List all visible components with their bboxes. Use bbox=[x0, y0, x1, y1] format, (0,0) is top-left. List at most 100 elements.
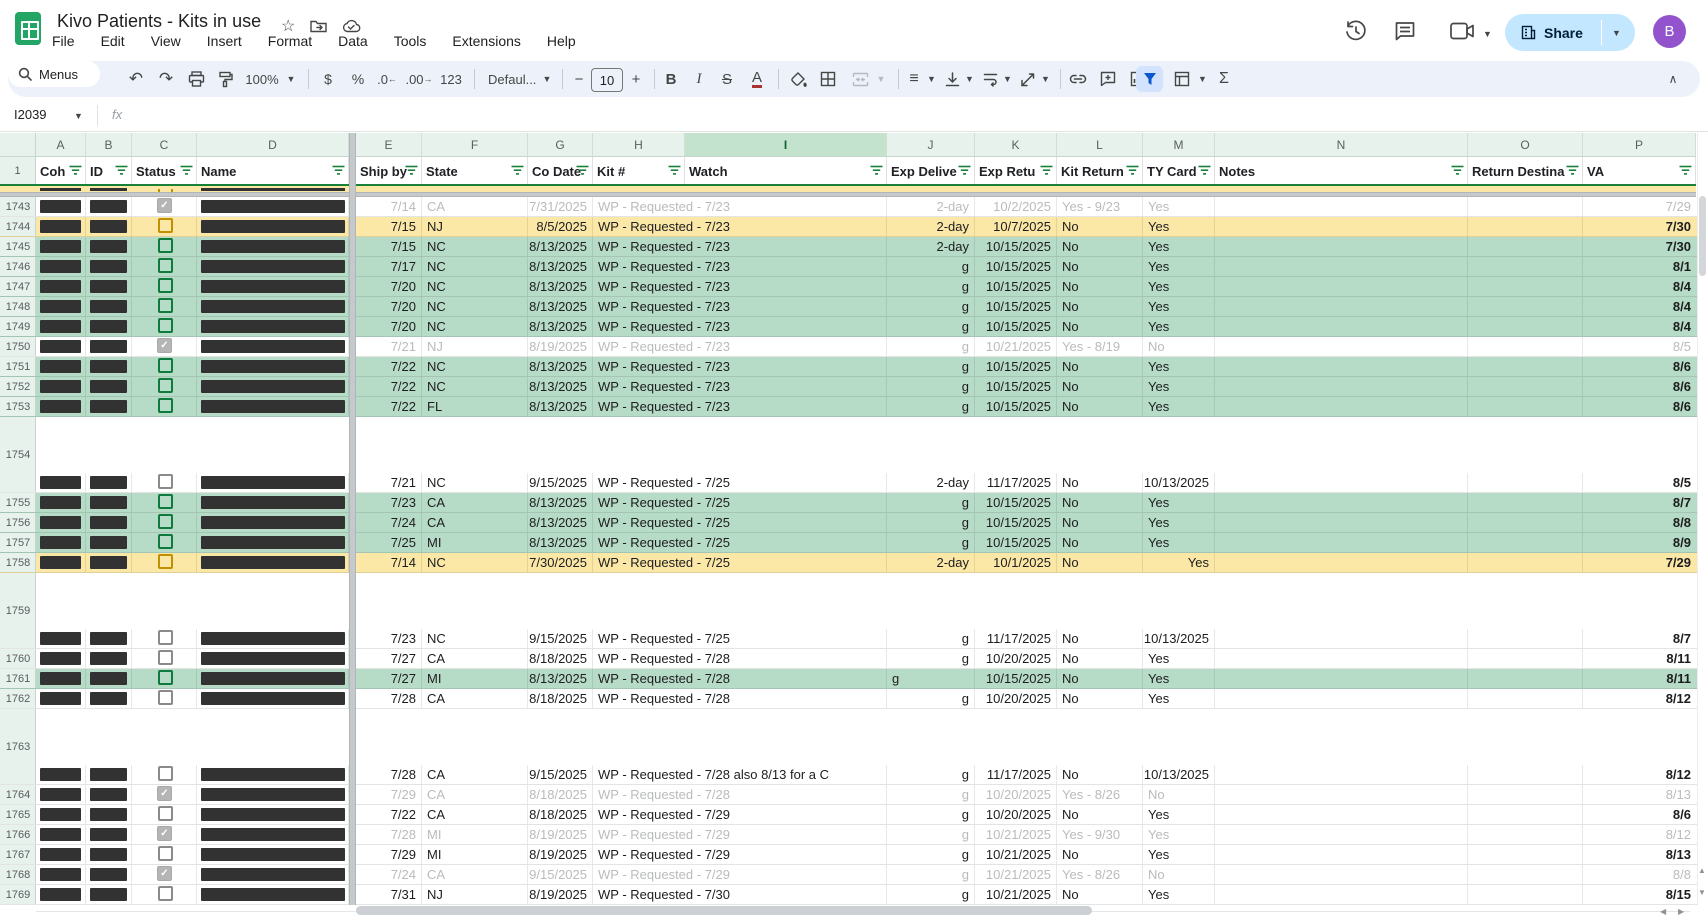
horizontal-align-button[interactable]: ≡ bbox=[902, 61, 926, 97]
cell-G-co-date[interactable]: 8/13/2025 bbox=[528, 397, 593, 416]
cell-B[interactable] bbox=[86, 885, 132, 904]
cell-G-co-date[interactable]: 8/13/2025 bbox=[528, 277, 593, 296]
row-number[interactable]: 1766 bbox=[0, 825, 36, 844]
cell-P-va[interactable]: 8/4 bbox=[1583, 297, 1696, 316]
cell-D-name[interactable] bbox=[197, 865, 349, 884]
cell-K-exp-return[interactable]: 11/17/2025 bbox=[975, 629, 1057, 648]
cell-L-kit-return[interactable]: Yes - 9/30 bbox=[1057, 825, 1143, 844]
cell-L-kit-return[interactable]: No bbox=[1057, 885, 1143, 904]
checkbox[interactable] bbox=[158, 766, 173, 781]
header-F[interactable]: State bbox=[422, 157, 528, 186]
frozen-column-divider[interactable] bbox=[349, 133, 356, 905]
cell-D-name[interactable] bbox=[197, 277, 349, 296]
cell-F-state[interactable]: CA bbox=[422, 197, 528, 216]
cell-L-kit-return[interactable]: No bbox=[1057, 845, 1143, 864]
cell-J-exp-delivery[interactable]: g bbox=[887, 825, 975, 844]
name-box[interactable]: I2039 bbox=[14, 107, 47, 122]
format-percent-button[interactable]: % bbox=[344, 61, 372, 97]
cell-J-exp-delivery[interactable]: 2-day bbox=[887, 553, 975, 572]
cell-E-ship-by[interactable]: 7/15 bbox=[356, 217, 422, 236]
cell-B[interactable] bbox=[86, 217, 132, 236]
filter-icon[interactable] bbox=[1679, 165, 1692, 176]
number-format-button[interactable]: 123 bbox=[436, 61, 466, 97]
cell-L-kit-return[interactable]: No bbox=[1057, 237, 1143, 256]
merge-caret-icon[interactable]: ▼ bbox=[874, 61, 888, 97]
checkbox[interactable] bbox=[158, 846, 173, 861]
cell-M-ty-card[interactable]: No bbox=[1143, 865, 1215, 884]
cell-M-ty-card[interactable]: Yes bbox=[1143, 297, 1215, 316]
cell-J-exp-delivery[interactable]: 2-day bbox=[887, 197, 975, 216]
cell-D-name[interactable] bbox=[197, 317, 349, 336]
cell-D-name[interactable] bbox=[197, 533, 349, 552]
cell-E-ship-by[interactable]: 7/27 bbox=[356, 649, 422, 668]
cell-P-va[interactable]: 8/4 bbox=[1583, 317, 1696, 336]
cell-C-status[interactable] bbox=[132, 377, 197, 396]
checkbox[interactable] bbox=[158, 358, 173, 373]
row-number[interactable]: 1760 bbox=[0, 649, 36, 668]
cell-E-ship-by[interactable]: 7/27 bbox=[356, 669, 422, 688]
strikethrough-button[interactable]: S bbox=[714, 61, 740, 97]
cell-K-exp-return[interactable]: 11/17/2025 bbox=[975, 473, 1057, 492]
cell-O-return-destination[interactable] bbox=[1468, 317, 1583, 336]
checkbox[interactable] bbox=[158, 398, 173, 413]
cell-J-exp-delivery[interactable]: g bbox=[887, 257, 975, 276]
column-letter-L[interactable]: L bbox=[1057, 133, 1143, 157]
cell-K-exp-return[interactable]: 10/20/2025 bbox=[975, 805, 1057, 824]
cell-P-va[interactable]: 8/8 bbox=[1583, 513, 1696, 532]
cell-B[interactable] bbox=[86, 493, 132, 512]
cell-M-ty-card[interactable]: Yes bbox=[1143, 553, 1215, 572]
cell-M-ty-card[interactable]: 10/13/2025 bbox=[1143, 765, 1215, 784]
cell-N-notes[interactable] bbox=[1215, 237, 1468, 256]
cell-K-exp-return[interactable]: 10/15/2025 bbox=[975, 669, 1057, 688]
column-letter-H[interactable]: H bbox=[593, 133, 685, 157]
version-history-icon[interactable] bbox=[1344, 19, 1368, 43]
menu-extensions[interactable]: Extensions bbox=[452, 33, 520, 49]
cell-O-return-destination[interactable] bbox=[1468, 629, 1583, 648]
cell-P-va[interactable]: 8/6 bbox=[1583, 377, 1696, 396]
cell-K-exp-return[interactable]: 11/17/2025 bbox=[975, 765, 1057, 784]
borders-button[interactable] bbox=[814, 61, 842, 97]
scroll-down-icon[interactable]: ▼ bbox=[1698, 888, 1706, 897]
checkbox[interactable]: ✓ bbox=[157, 786, 172, 801]
cell-O-return-destination[interactable] bbox=[1468, 885, 1583, 904]
cell-F-state[interactable]: NJ bbox=[422, 885, 528, 904]
cell-E-ship-by[interactable]: 7/15 bbox=[356, 237, 422, 256]
cell-O-return-destination[interactable] bbox=[1468, 217, 1583, 236]
cell-L-kit-return[interactable]: Yes - 8/26 bbox=[1057, 785, 1143, 804]
cell-F-state[interactable]: CA bbox=[422, 785, 528, 804]
cell-P-va[interactable]: 8/6 bbox=[1583, 805, 1696, 824]
cell-K-exp-return[interactable]: 10/21/2025 bbox=[975, 885, 1057, 904]
cell-A[interactable] bbox=[36, 357, 86, 376]
cell-E-ship-by[interactable]: 7/14 bbox=[356, 553, 422, 572]
menu-format[interactable]: Format bbox=[268, 33, 312, 49]
cell-A[interactable] bbox=[36, 337, 86, 356]
format-currency-button[interactable]: $ bbox=[314, 61, 342, 97]
cell-H-kit[interactable]: WP - Requested - 7/28 bbox=[593, 785, 887, 804]
cell-C-status[interactable] bbox=[132, 885, 197, 904]
paint-format-button[interactable] bbox=[211, 61, 239, 97]
vertical-align-caret-icon[interactable]: ▼ bbox=[963, 61, 976, 97]
cell-C-status[interactable] bbox=[132, 533, 197, 552]
header-M[interactable]: TY Card bbox=[1143, 157, 1215, 186]
cell-N-notes[interactable] bbox=[1215, 197, 1468, 216]
cell-B[interactable] bbox=[86, 785, 132, 804]
cell-F-state[interactable]: MI bbox=[422, 825, 528, 844]
cell-F-state[interactable]: NC bbox=[422, 553, 528, 572]
filter-icon[interactable] bbox=[668, 165, 681, 176]
cell-C-status[interactable] bbox=[132, 397, 197, 416]
cell-N-notes[interactable] bbox=[1215, 785, 1468, 804]
cell-P-va[interactable]: 8/7 bbox=[1583, 629, 1696, 648]
checkbox[interactable] bbox=[158, 378, 173, 393]
share-dropdown-caret-icon[interactable]: ▼ bbox=[1612, 28, 1621, 38]
bold-button[interactable]: B bbox=[658, 61, 684, 97]
cell-J-exp-delivery[interactable]: g bbox=[887, 689, 975, 708]
text-rotation-button[interactable] bbox=[1016, 61, 1040, 97]
cell-L-kit-return[interactable]: No bbox=[1057, 317, 1143, 336]
cell-D-name[interactable] bbox=[197, 785, 349, 804]
cell-B[interactable] bbox=[86, 297, 132, 316]
cell-F-state[interactable]: NC bbox=[422, 277, 528, 296]
cell-A[interactable] bbox=[36, 493, 86, 512]
row-number[interactable]: 1754 bbox=[0, 417, 36, 492]
cell-A[interactable] bbox=[36, 533, 86, 552]
cell-H-kit[interactable]: WP - Requested - 7/25 bbox=[593, 473, 887, 492]
